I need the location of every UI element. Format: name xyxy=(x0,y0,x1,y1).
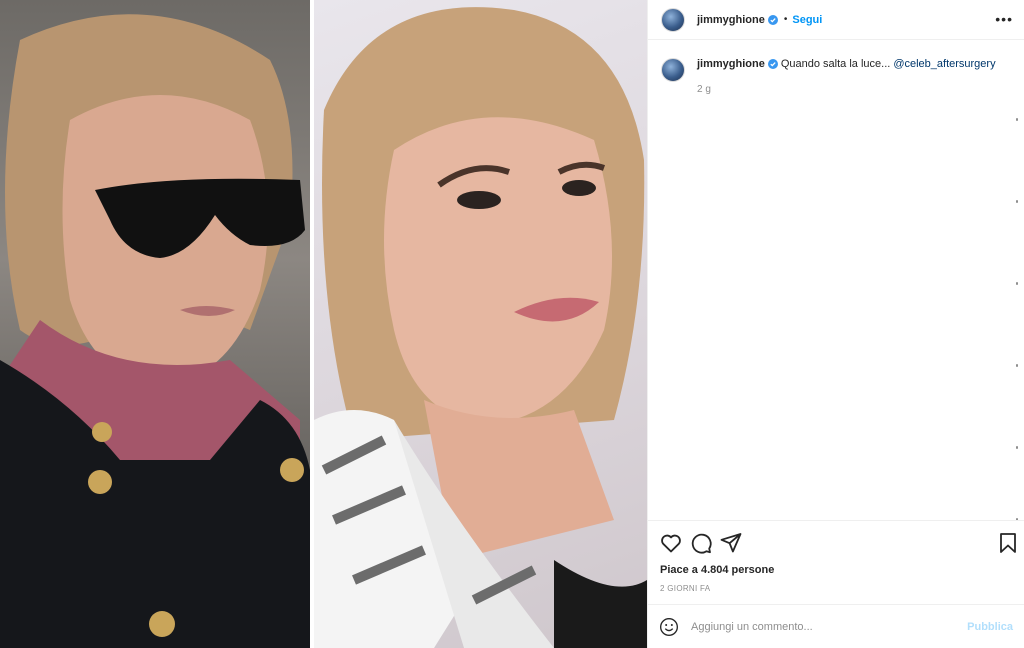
verified-icon xyxy=(767,59,778,70)
caption-username[interactable]: jimmyghione xyxy=(697,58,765,70)
post-media[interactable] xyxy=(0,0,647,648)
author-username[interactable]: jimmyghione xyxy=(697,14,765,26)
post-caption: jimmyghione Quando salta la luce... @cele… xyxy=(661,56,1011,98)
photo-before xyxy=(0,0,310,648)
comment-icon[interactable] xyxy=(689,531,713,555)
publish-button[interactable]: Pubblica xyxy=(967,621,1013,633)
avatar[interactable] xyxy=(661,7,685,32)
post-sidebar: jimmyghione • Segui ••• jimmyghione Quan… xyxy=(647,0,1024,648)
verified-icon xyxy=(767,14,778,25)
likes-count[interactable]: Piace a 4.804 persone xyxy=(660,564,774,576)
more-options-icon[interactable]: ••• xyxy=(995,12,1013,26)
action-bar xyxy=(648,520,1024,564)
caption-time: 2 g xyxy=(697,84,711,95)
comment-input[interactable] xyxy=(691,620,961,633)
post-header: jimmyghione • Segui ••• xyxy=(648,0,1024,40)
caption-mention-link[interactable]: @celeb_aftersurgery xyxy=(893,58,995,70)
header-separator: • xyxy=(783,14,788,25)
follow-button[interactable]: Segui xyxy=(792,14,822,26)
caption-body: jimmyghione Quando salta la luce... @cele… xyxy=(697,56,996,98)
photo-after xyxy=(314,0,647,648)
share-icon[interactable] xyxy=(719,531,743,555)
comments-scrollbar[interactable] xyxy=(1014,118,1018,528)
emoji-icon[interactable] xyxy=(659,617,679,637)
post-date: 2 GIORNI FA xyxy=(660,584,711,593)
heart-icon[interactable] xyxy=(659,531,683,555)
caption-avatar[interactable] xyxy=(661,58,685,82)
bookmark-icon[interactable] xyxy=(996,531,1020,555)
caption-text: Quando salta la luce... xyxy=(780,58,891,70)
comment-form: Pubblica xyxy=(648,604,1024,648)
